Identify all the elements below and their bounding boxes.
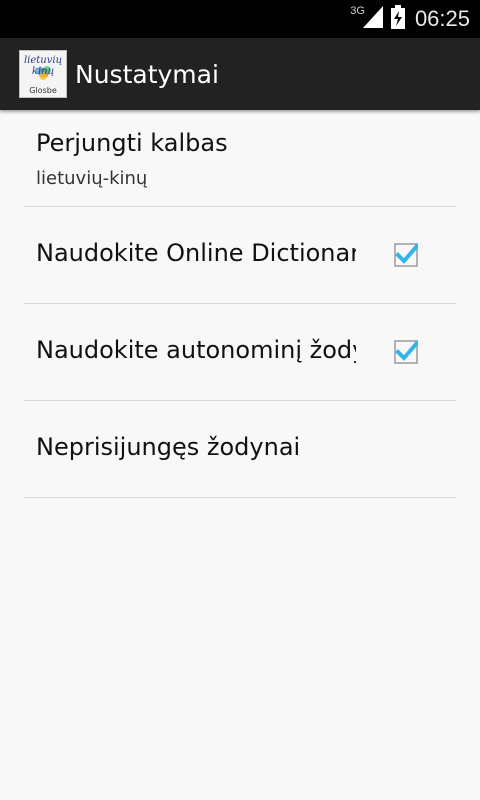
clock: 06:25: [414, 6, 470, 31]
pref-title: Neprisijungęs žodynai: [36, 433, 301, 461]
status-bar-indicators: 3G 06:25: [350, 0, 470, 38]
page-title: Nustatymai: [75, 59, 219, 89]
pref-switch-languages[interactable]: Perjungti kalbas lietuvių-kinų: [24, 110, 456, 207]
pref-online-dictionary[interactable]: Naudokite Online Dictionary: [24, 207, 456, 304]
pref-offline-dictionary[interactable]: Naudokite autonominį žodyną: [24, 304, 456, 401]
pref-summary: lietuvių-kinų: [36, 168, 148, 189]
app-icon-text-bottom: Glosbe: [29, 86, 57, 95]
pref-offline-dictionaries[interactable]: Neprisijungęs žodynai: [24, 401, 456, 498]
signal-icon: [362, 6, 383, 32]
preference-list: Perjungti kalbas lietuvių-kinų Naudokite…: [0, 110, 480, 498]
network-type-label: 3G: [350, 5, 365, 17]
action-bar: lietuvių kinų Glosbe Nustatymai: [0, 38, 480, 110]
pref-title: Perjungti kalbas: [36, 129, 228, 157]
app-icon-text-middle: kinų: [31, 66, 55, 77]
status-bar: 3G 06:25: [0, 0, 480, 38]
checkbox-offline-dictionary[interactable]: [394, 340, 420, 364]
app-icon-text-top: lietuvių: [23, 55, 63, 66]
app-icon[interactable]: lietuvių kinų Glosbe: [19, 50, 67, 98]
battery-charging-icon: [390, 5, 405, 33]
checkbox-online-dictionary[interactable]: [394, 243, 420, 267]
pref-title: Naudokite autonominį žodyną: [36, 336, 356, 364]
pref-title: Naudokite Online Dictionary: [36, 239, 356, 267]
